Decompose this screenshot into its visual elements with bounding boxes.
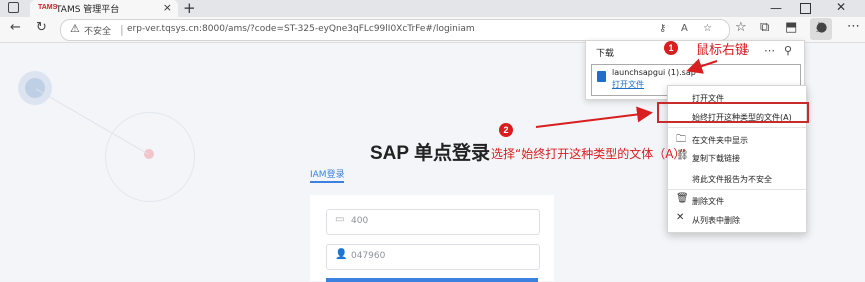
annotation-arrows bbox=[535, 58, 718, 128]
